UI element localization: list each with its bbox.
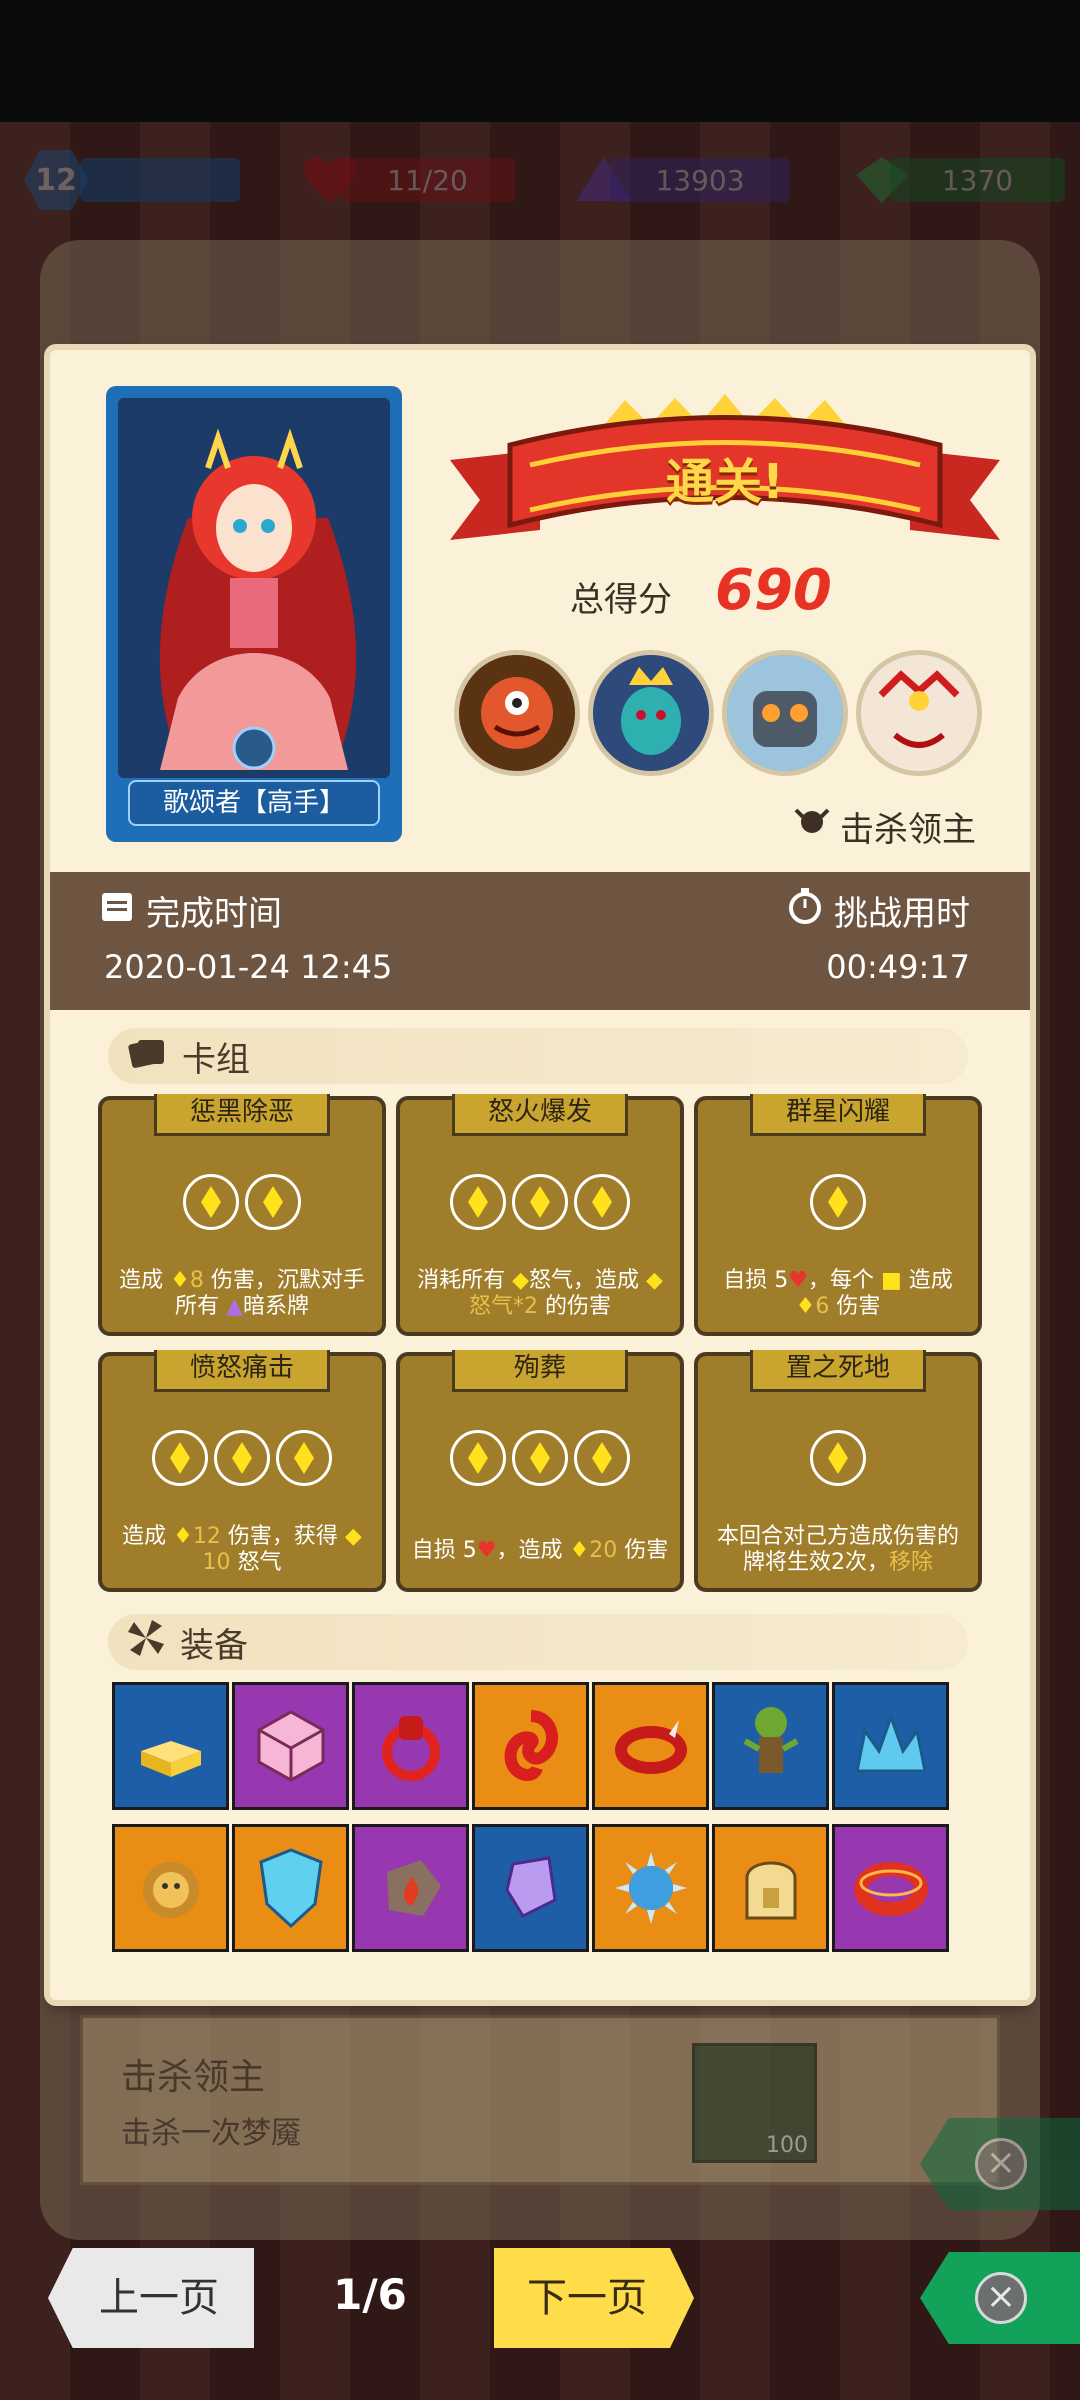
status-bar-area bbox=[0, 0, 1080, 122]
quest-card: 击杀领主 击杀一次梦魇 100 bbox=[80, 2015, 1000, 2185]
hero-name: 歌颂者【高手】 bbox=[128, 780, 380, 826]
hero-card: 歌颂者【高手】 bbox=[106, 386, 402, 842]
equipment-header: 装备 bbox=[108, 1614, 968, 1670]
score-value: 690 bbox=[715, 558, 832, 623]
skull-horns-icon bbox=[794, 806, 830, 847]
deck-header: 卡组 bbox=[108, 1028, 968, 1084]
close-button[interactable]: × bbox=[920, 2252, 1080, 2344]
energy-icon bbox=[512, 1430, 568, 1486]
energy-icon bbox=[810, 1430, 866, 1486]
card-description: 自损 5♥，每个 ■ 造成 ♦6 伤害 bbox=[723, 1268, 953, 1319]
next-page-button[interactable]: 下一页 bbox=[494, 2248, 694, 2348]
pink-dice-icon[interactable] bbox=[232, 1682, 349, 1810]
boss-kill-label: 击杀领主 bbox=[794, 802, 976, 851]
card-title: 惩黑除恶 bbox=[154, 1094, 330, 1136]
boss-portrait-3 bbox=[722, 650, 848, 776]
ice-shield-icon[interactable] bbox=[232, 1824, 349, 1952]
card-cost bbox=[102, 1430, 382, 1486]
page-indicator: 1/6 bbox=[333, 2270, 407, 2319]
equipment-row-1 bbox=[112, 1682, 949, 1810]
energy-icon bbox=[450, 1430, 506, 1486]
helmet-icon[interactable] bbox=[712, 1824, 829, 1952]
clear-title: 通关! bbox=[666, 454, 784, 510]
deck-card[interactable]: 愤怒痛击 造成 ♦12 伤害，获得 ◆ 10 怒气 bbox=[98, 1350, 386, 1592]
card-title: 置之死地 bbox=[750, 1350, 926, 1392]
calendar-icon bbox=[100, 889, 134, 932]
card-cost bbox=[102, 1174, 382, 1230]
card-title: 群星闪耀 bbox=[750, 1094, 926, 1136]
clear-banner: 通关! bbox=[450, 390, 1000, 560]
challenge-time-value: 00:49:17 bbox=[826, 948, 970, 986]
energy-icon bbox=[574, 1430, 630, 1486]
hero-portrait bbox=[118, 398, 390, 778]
energy-icon bbox=[214, 1430, 270, 1486]
equipment-row-2 bbox=[112, 1824, 949, 1952]
deck-card[interactable]: 惩黑除恶 造成 ♦8 伤害，沉默对手所有 ▲暗系牌 bbox=[98, 1094, 386, 1336]
card-description: 消耗所有 ◆怒气，造成 ◆ 怒气*2 的伤害 bbox=[417, 1268, 663, 1319]
energy-icon bbox=[152, 1430, 208, 1486]
boss-portrait-2 bbox=[588, 650, 714, 776]
card-title: 愤怒痛击 bbox=[154, 1350, 330, 1392]
card-cost bbox=[400, 1174, 680, 1230]
red-swirl-icon[interactable] bbox=[472, 1682, 589, 1810]
lion-ring-icon[interactable] bbox=[112, 1824, 229, 1952]
quest-title: 击杀领主 bbox=[121, 2057, 266, 2098]
finish-time-label: 完成时间 bbox=[100, 886, 282, 935]
side-close-button-dim: × bbox=[920, 2118, 1080, 2210]
energy-icon bbox=[574, 1174, 630, 1230]
card-description: 造成 ♦12 伤害，获得 ◆ 10 怒气 bbox=[122, 1524, 362, 1575]
voodoo-doll-icon[interactable] bbox=[712, 1682, 829, 1810]
finish-time-value: 2020-01-24 12:45 bbox=[104, 948, 393, 986]
energy-icon bbox=[183, 1174, 239, 1230]
red-ring-icon[interactable] bbox=[352, 1682, 469, 1810]
energy-icon bbox=[810, 1174, 866, 1230]
close-icon: × bbox=[975, 2138, 1027, 2190]
spiked-bracelet-icon[interactable] bbox=[592, 1682, 709, 1810]
energy-icon bbox=[276, 1430, 332, 1486]
card-description: 自损 5♥，造成 ♦20 伤害 bbox=[411, 1538, 669, 1563]
purple-crystal-item-icon[interactable] bbox=[472, 1824, 589, 1952]
red-band-icon[interactable] bbox=[832, 1824, 949, 1952]
quest-description: 击杀一次梦魇 bbox=[121, 2116, 301, 2151]
deck-card[interactable]: 殉葬 自损 5♥，造成 ♦20 伤害 bbox=[396, 1350, 684, 1592]
spiked-orb-icon[interactable] bbox=[592, 1824, 709, 1952]
challenge-time-label: 挑战用时 bbox=[788, 886, 970, 935]
card-description: 造成 ♦8 伤害，沉默对手所有 ▲暗系牌 bbox=[119, 1268, 365, 1319]
quest-reward: 100 bbox=[692, 2043, 817, 2163]
fire-stone-icon[interactable] bbox=[352, 1824, 469, 1952]
prev-page-button[interactable]: 上一页 bbox=[48, 2248, 254, 2348]
stopwatch-icon bbox=[788, 888, 822, 933]
card-title: 怒火爆发 bbox=[452, 1094, 628, 1136]
boss-portrait-4 bbox=[856, 650, 982, 776]
score-label: 总得分 bbox=[570, 580, 672, 620]
gold-bars-icon[interactable] bbox=[112, 1682, 229, 1810]
deck-card[interactable]: 群星闪耀 自损 5♥，每个 ■ 造成 ♦6 伤害 bbox=[694, 1094, 982, 1336]
energy-icon bbox=[245, 1174, 301, 1230]
energy-icon bbox=[512, 1174, 568, 1230]
card-cost bbox=[400, 1430, 680, 1486]
card-title: 殉葬 bbox=[452, 1350, 628, 1392]
deck-card[interactable]: 怒火爆发 消耗所有 ◆怒气，造成 ◆ 怒气*2 的伤害 bbox=[396, 1094, 684, 1336]
card-cost bbox=[698, 1430, 978, 1486]
ice-crown-icon[interactable] bbox=[832, 1682, 949, 1810]
result-panel: 歌颂者【高手】 通关! 总得分 690 击杀领主 完成时间 2020-01-24… bbox=[50, 350, 1030, 2000]
close-icon: × bbox=[975, 2272, 1027, 2324]
card-description: 本回合对己方造成伤害的牌将生效2次，移除 bbox=[716, 1524, 959, 1575]
pinwheel-icon bbox=[126, 1618, 166, 1667]
cards-icon bbox=[126, 1034, 168, 1079]
deck-card[interactable]: 置之死地 本回合对己方造成伤害的牌将生效2次，移除 bbox=[694, 1350, 982, 1592]
time-band: 完成时间 2020-01-24 12:45 挑战用时 00:49:17 bbox=[50, 872, 1030, 1010]
energy-icon bbox=[450, 1174, 506, 1230]
boss-portrait-1 bbox=[454, 650, 580, 776]
card-cost bbox=[698, 1174, 978, 1230]
